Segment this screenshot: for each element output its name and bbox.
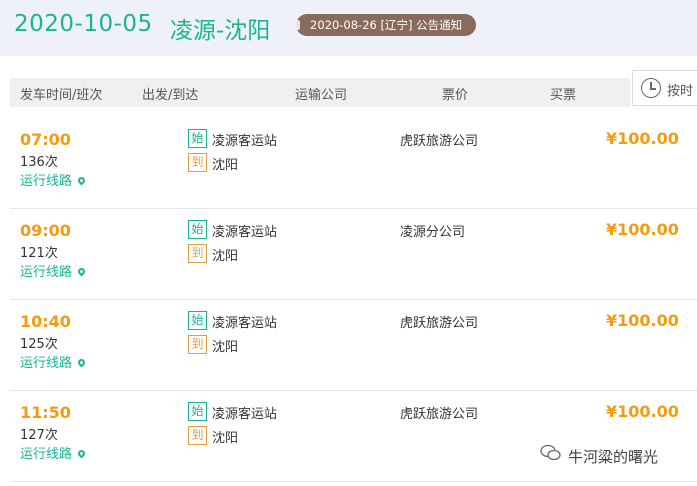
ticket-price[interactable]: ¥100.00 [606,220,679,239]
departure-time: 10:40 [20,312,71,331]
ticket-price[interactable]: ¥100.00 [606,402,679,421]
departure-station: 凌源客运站 [212,225,278,240]
watermark-text: 牛河粱的曙光 [568,448,659,466]
arrival-station: 沈阳 [212,158,239,173]
table-row: 11:50 127次 运行线路 始 凌源客运站 到 沈阳 虎跃旅游公司 ¥100… [10,391,697,482]
notice-badge[interactable]: 2020-08-26 [辽宁] 公告通知 [296,14,476,36]
route-line-label: 运行线路 [20,447,73,462]
column-header-route: 出发/到达 [142,88,199,103]
departure-time: 09:00 [20,221,71,240]
route-title: 凌源-沈阳 [170,18,271,44]
route-line-link[interactable]: 运行线路 [20,261,87,280]
start-tag: 始 [188,402,207,421]
column-header-company: 运输公司 [295,88,348,103]
bus-number: 125次 [20,337,58,352]
sort-by-time-button[interactable]: 按时 [632,70,697,106]
route-line-link[interactable]: 运行线路 [20,443,87,462]
table-row: 07:00 136次 运行线路 始 凌源客运站 到 沈阳 虎跃旅游公司 ¥100… [10,118,697,209]
company-name: 虎跃旅游公司 [400,407,479,422]
arrival-station: 沈阳 [212,249,239,264]
end-tag: 到 [188,244,207,263]
end-tag: 到 [188,153,207,172]
wechat-icon [540,444,561,461]
location-pin-icon [76,448,87,459]
start-tag: 始 [188,129,207,148]
location-pin-icon [76,357,87,368]
ticket-price[interactable]: ¥100.00 [606,311,679,330]
table-header: 发车时间/班次 出发/到达 运输公司 票价 买票 [10,78,630,107]
departure-station: 凌源客运站 [212,316,278,331]
route-line-label: 运行线路 [20,174,73,189]
travel-date: 2020-10-05 [14,11,153,37]
end-tag: 到 [188,426,207,445]
arrival-station: 沈阳 [212,431,239,446]
departure-station: 凌源客运站 [212,407,278,422]
location-pin-icon [76,175,87,186]
table-row: 09:00 121次 运行线路 始 凌源客运站 到 沈阳 凌源分公司 ¥100.… [10,209,697,300]
column-header-buy: 买票 [550,88,577,103]
departure-time: 07:00 [20,130,71,149]
bus-number: 121次 [20,246,58,261]
location-pin-icon [76,266,87,277]
route-line-label: 运行线路 [20,356,73,371]
company-name: 虎跃旅游公司 [400,316,479,331]
arrival-station: 沈阳 [212,340,239,355]
header-bar: 2020-10-05 凌源-沈阳 2020-08-26 [辽宁] 公告通知 [0,0,697,56]
table-row: 10:40 125次 运行线路 始 凌源客运站 到 沈阳 虎跃旅游公司 ¥100… [10,300,697,391]
route-line-link[interactable]: 运行线路 [20,352,87,371]
bus-number: 136次 [20,155,58,170]
ticket-price[interactable]: ¥100.00 [606,129,679,148]
departure-station: 凌源客运站 [212,134,278,149]
departure-time: 11:50 [20,403,71,422]
route-line-label: 运行线路 [20,265,73,280]
end-tag: 到 [188,335,207,354]
route-line-link[interactable]: 运行线路 [20,170,87,189]
column-header-time: 发车时间/班次 [20,88,103,103]
sort-label: 按时 [667,84,694,99]
company-name: 虎跃旅游公司 [400,134,479,149]
clock-icon [641,78,661,98]
column-header-price: 票价 [442,88,469,103]
start-tag: 始 [188,220,207,239]
start-tag: 始 [188,311,207,330]
bus-number: 127次 [20,428,58,443]
company-name: 凌源分公司 [400,225,466,240]
